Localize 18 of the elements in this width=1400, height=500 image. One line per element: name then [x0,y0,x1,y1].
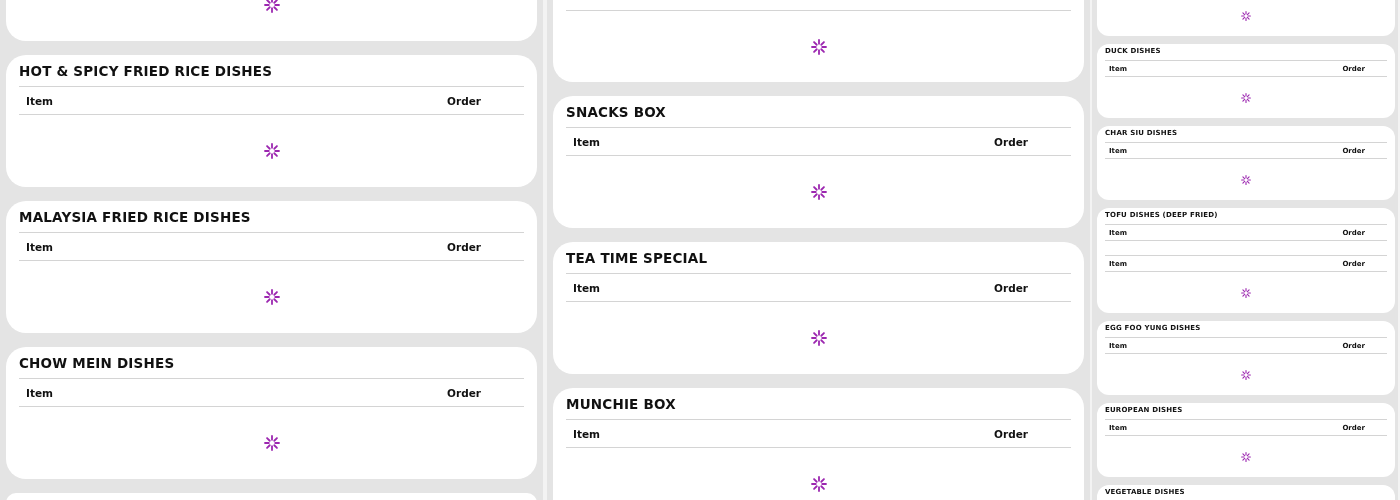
column-header: Order [447,386,481,399]
section-title: HOT & SPICY FRIED RICE DISHES [19,55,524,87]
column-header: Order [447,94,481,107]
column-header: Item [573,135,600,148]
section-title: SNACKS BOX [566,96,1071,128]
section-title: MUNCHIE BOX [566,388,1071,420]
section-title: CHOW MEIN DISHES [19,347,524,379]
column-header: Order [994,281,1028,294]
column-header: Item [573,427,600,440]
column-header: Item [26,386,53,399]
column-header: Order [447,240,481,253]
column-header: Item [26,94,53,107]
column-header: Order [994,135,1028,148]
section-title: TEA TIME SPECIAL [566,242,1071,274]
column-header: Item [26,240,53,253]
column-header: Order [994,427,1028,440]
column-header: Item [573,281,600,294]
section-title: MALAYSIA FRIED RICE DISHES [19,201,524,233]
